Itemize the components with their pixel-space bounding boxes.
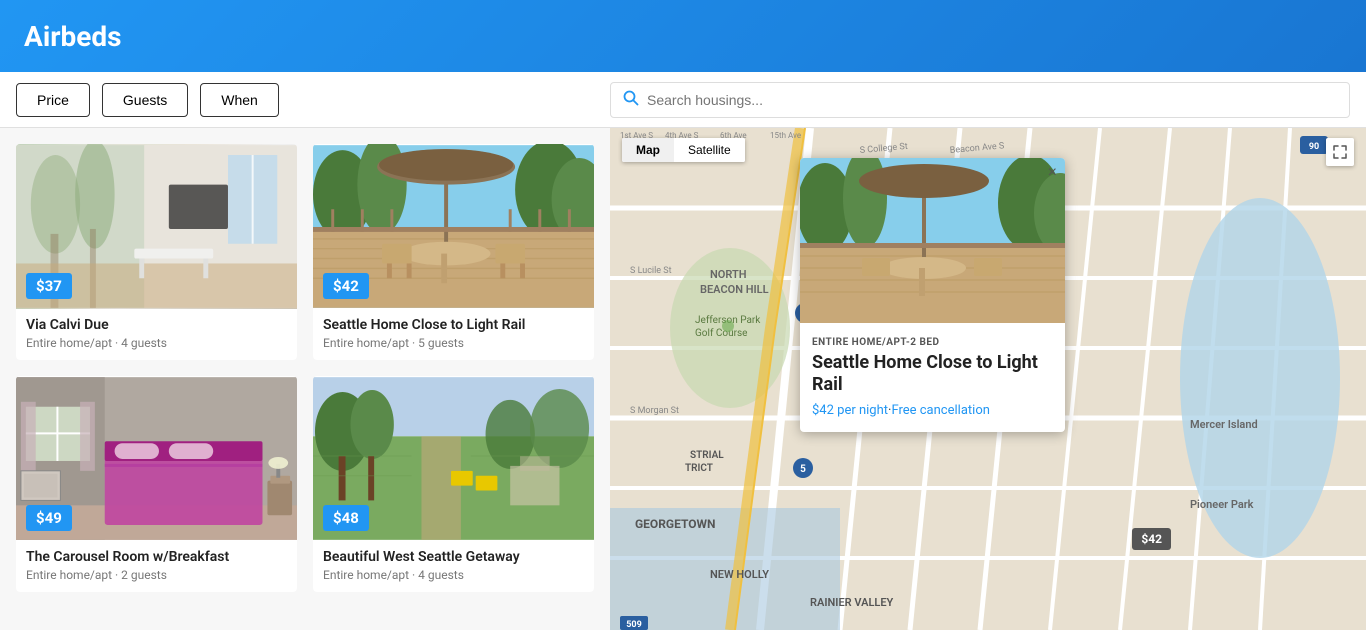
listing-name: Beautiful West Seattle Getaway bbox=[323, 549, 584, 565]
listing-name: Seattle Home Close to Light Rail bbox=[323, 317, 584, 333]
listing-price-badge: $48 bbox=[323, 505, 369, 531]
tab-satellite[interactable]: Satellite bbox=[674, 138, 745, 162]
listing-card[interactable]: $48 Beautiful West Seattle Getaway Entir… bbox=[313, 376, 594, 592]
svg-text:NORTH: NORTH bbox=[710, 268, 747, 281]
listing-image-wrap: $42 bbox=[313, 144, 594, 309]
app-title: Airbeds bbox=[24, 20, 122, 53]
map-price-marker[interactable]: $42 bbox=[1132, 528, 1171, 550]
svg-text:15th Ave: 15th Ave bbox=[770, 131, 801, 140]
listing-grid: $37 Via Calvi Due Entire home/apt · 4 gu… bbox=[16, 144, 594, 592]
map-popup-price: $42 per night·Free cancellation bbox=[812, 403, 1053, 418]
svg-text:509: 509 bbox=[626, 620, 642, 630]
toolbar: Price Guests When bbox=[0, 72, 1366, 128]
listing-info: Beautiful West Seattle Getaway Entire ho… bbox=[313, 541, 594, 592]
listing-card[interactable]: $42 Seattle Home Close to Light Rail Ent… bbox=[313, 144, 594, 360]
map-popup-cancellation: Free cancellation bbox=[891, 403, 989, 418]
svg-text:STRIAL: STRIAL bbox=[690, 450, 724, 461]
svg-text:TRICT: TRICT bbox=[685, 463, 713, 474]
listing-price-badge: $37 bbox=[26, 273, 72, 299]
map-popup: × ENTIRE HO bbox=[800, 158, 1065, 432]
listing-sub: Entire home/apt · 5 guests bbox=[323, 336, 584, 350]
listing-image-wrap: $49 bbox=[16, 376, 297, 541]
price-filter-button[interactable]: Price bbox=[16, 83, 90, 117]
map-popup-type: ENTIRE HOME/APT-2 BED bbox=[812, 337, 1053, 348]
fullscreen-icon bbox=[1333, 145, 1347, 159]
listing-card[interactable]: $49 The Carousel Room w/Breakfast Entire… bbox=[16, 376, 297, 592]
svg-text:90: 90 bbox=[1309, 142, 1319, 152]
svg-text:Mercer Island: Mercer Island bbox=[1190, 418, 1258, 431]
svg-text:Pioneer Park: Pioneer Park bbox=[1190, 498, 1254, 511]
listing-card[interactable]: $37 Via Calvi Due Entire home/apt · 4 gu… bbox=[16, 144, 297, 360]
listing-price-badge: $49 bbox=[26, 505, 72, 531]
map-popup-price-text: $42 per night bbox=[812, 403, 888, 418]
listing-info: The Carousel Room w/Breakfast Entire hom… bbox=[16, 541, 297, 592]
svg-text:5: 5 bbox=[800, 464, 806, 475]
listing-sub: Entire home/apt · 4 guests bbox=[26, 336, 287, 350]
tab-map[interactable]: Map bbox=[622, 138, 674, 162]
listings-panel: $37 Via Calvi Due Entire home/apt · 4 gu… bbox=[0, 128, 610, 630]
header: Airbeds bbox=[0, 0, 1366, 72]
fullscreen-button[interactable] bbox=[1326, 138, 1354, 166]
listing-info: Seattle Home Close to Light Rail Entire … bbox=[313, 309, 594, 360]
guests-filter-button[interactable]: Guests bbox=[102, 83, 188, 117]
svg-text:Golf Course: Golf Course bbox=[695, 327, 747, 339]
svg-text:S Lucile St: S Lucile St bbox=[630, 266, 672, 276]
map-popup-title: Seattle Home Close to Light Rail bbox=[812, 352, 1053, 395]
svg-text:BEACON HILL: BEACON HILL bbox=[700, 283, 769, 296]
search-bar bbox=[610, 82, 1350, 118]
map-tabs: Map Satellite bbox=[622, 138, 745, 162]
when-filter-button[interactable]: When bbox=[200, 83, 279, 117]
svg-text:GEORGETOWN: GEORGETOWN bbox=[635, 517, 715, 531]
listing-price-badge: $42 bbox=[323, 273, 369, 299]
svg-text:S Morgan St: S Morgan St bbox=[630, 406, 679, 416]
map-panel: S College St Beacon Ave S S Lucile St S … bbox=[610, 128, 1366, 630]
listing-sub: Entire home/apt · 2 guests bbox=[26, 568, 287, 582]
listing-name: The Carousel Room w/Breakfast bbox=[26, 549, 287, 565]
map-popup-body: ENTIRE HOME/APT-2 BED Seattle Home Close… bbox=[800, 327, 1065, 432]
search-input[interactable] bbox=[647, 92, 1337, 108]
listing-info: Via Calvi Due Entire home/apt · 4 guests bbox=[16, 309, 297, 360]
listing-image-wrap: $48 bbox=[313, 376, 594, 541]
main-content: $37 Via Calvi Due Entire home/apt · 4 gu… bbox=[0, 128, 1366, 630]
map-popup-image bbox=[800, 158, 1065, 323]
listing-image-wrap: $37 bbox=[16, 144, 297, 309]
search-icon bbox=[623, 90, 639, 110]
map-popup-close-button[interactable]: × bbox=[1048, 164, 1057, 182]
listing-sub: Entire home/apt · 4 guests bbox=[323, 568, 584, 582]
listing-name: Via Calvi Due bbox=[26, 317, 287, 333]
svg-text:NEW HOLLY: NEW HOLLY bbox=[710, 568, 769, 581]
svg-text:RAINIER VALLEY: RAINIER VALLEY bbox=[810, 596, 894, 609]
